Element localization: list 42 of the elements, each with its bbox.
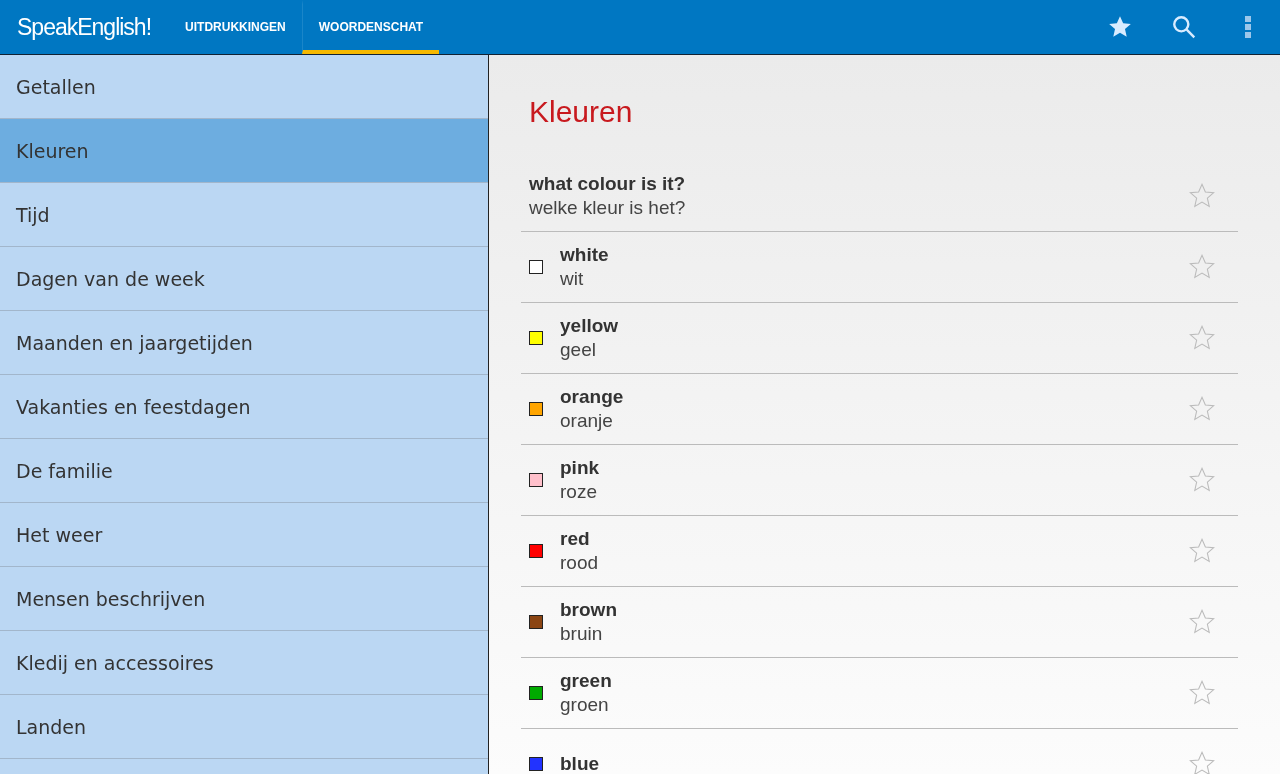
category-item[interactable]: Tijd	[0, 183, 488, 247]
english-text: what colour is it?	[529, 173, 687, 195]
english-text: blue	[560, 753, 601, 774]
category-item[interactable]: Maanden en jaargetijden	[0, 311, 488, 375]
dutch-text: bruin	[560, 623, 604, 645]
search-icon[interactable]	[1171, 14, 1197, 40]
dutch-text: geel	[560, 339, 597, 361]
favorite-star-icon[interactable]	[1188, 324, 1216, 352]
tab[interactable]: UITDRUKKINGEN	[169, 0, 302, 54]
english-text: green	[560, 670, 613, 692]
category-item[interactable]: Vakanties en feestdagen	[0, 375, 488, 439]
english-text: orange	[560, 386, 625, 408]
dutch-text: rood	[560, 552, 600, 574]
english-text: brown	[560, 599, 618, 621]
favorites-star-icon[interactable]	[1107, 14, 1133, 40]
favorite-star-icon[interactable]	[1188, 466, 1216, 494]
overflow-menu-icon[interactable]	[1244, 15, 1252, 39]
favorite-star-icon[interactable]	[1188, 253, 1216, 281]
section-title: Kleuren	[529, 95, 633, 129]
favorite-star-icon[interactable]	[1188, 750, 1216, 774]
dutch-text: oranje	[560, 410, 614, 432]
dutch-text: groen	[560, 694, 610, 716]
category-item[interactable]: Mensen beschrijven	[0, 567, 488, 631]
category-item[interactable]: Het weer	[0, 503, 488, 567]
category-item[interactable]: Kledij en accessoires	[0, 631, 488, 695]
dutch-text: welke kleur is het?	[529, 197, 687, 219]
english-text: red	[560, 528, 591, 550]
category-item[interactable]: Dagen van de week	[0, 247, 488, 311]
favorite-star-icon[interactable]	[1188, 679, 1216, 707]
app-logo: SpeakEnglish!	[16, 13, 153, 41]
english-text: white	[560, 244, 610, 266]
category-item[interactable]: De familie	[0, 439, 488, 503]
favorite-star-icon[interactable]	[1188, 182, 1216, 210]
english-text: pink	[560, 457, 601, 479]
english-text: yellow	[560, 315, 620, 337]
dutch-text: roze	[560, 481, 598, 503]
favorite-star-icon[interactable]	[1188, 608, 1216, 636]
favorite-star-icon[interactable]	[1188, 537, 1216, 565]
favorite-star-icon[interactable]	[1188, 395, 1216, 423]
category-item[interactable]: Kleuren	[0, 119, 488, 183]
category-item[interactable]: Landen	[0, 695, 488, 759]
dutch-text: wit	[560, 268, 585, 290]
